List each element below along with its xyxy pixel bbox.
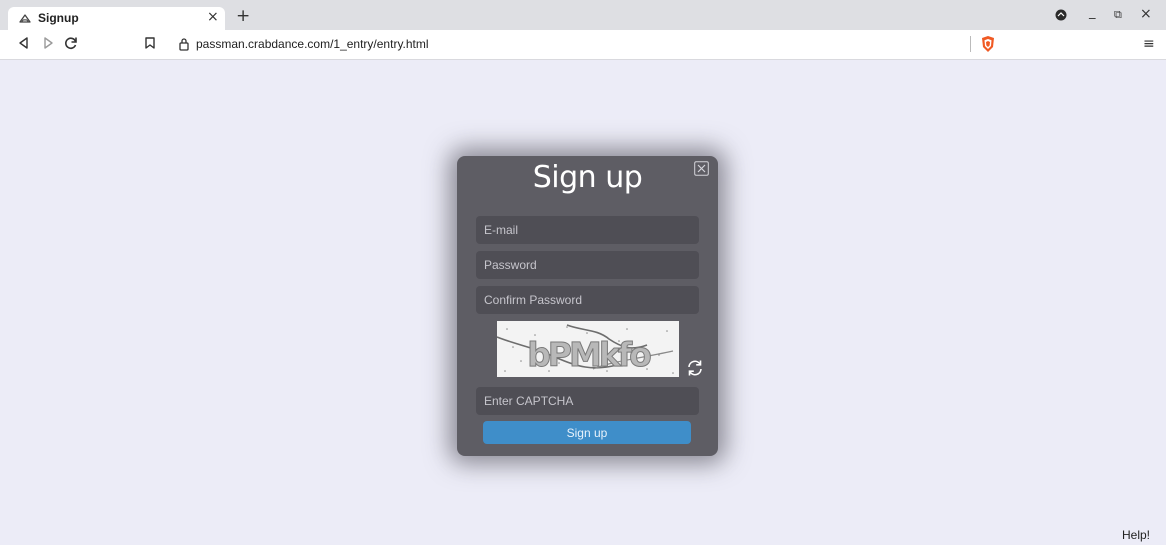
lock-icon	[179, 38, 189, 51]
close-icon[interactable]	[694, 161, 709, 176]
tab-signup[interactable]: Signup ×	[8, 7, 225, 30]
signup-button[interactable]: Sign up	[483, 421, 691, 444]
back-arrow-icon[interactable]	[16, 35, 32, 51]
password-field[interactable]	[476, 251, 699, 279]
help-link[interactable]: Help!	[1122, 528, 1150, 542]
browser-chrome: Signup × + _ ⧉ × passman.crabdance.com/1…	[0, 0, 1166, 60]
bookmark-icon[interactable]	[142, 35, 158, 51]
minimize-button[interactable]: _	[1089, 5, 1096, 20]
captcha-input[interactable]	[476, 387, 699, 415]
email-field[interactable]	[476, 216, 699, 244]
forward-arrow-icon[interactable]	[40, 35, 56, 51]
address-bar[interactable]: passman.crabdance.com/1_entry/entry.html	[172, 33, 1010, 55]
captcha-image: bPMkfo	[497, 321, 679, 377]
menu-button[interactable]: ≡	[1143, 36, 1155, 52]
brave-shield-icon[interactable]	[980, 35, 996, 53]
tab-title: Signup	[38, 11, 79, 25]
captcha-text: bPMkfo	[527, 335, 651, 374]
new-tab-button[interactable]: +	[236, 8, 250, 25]
url-text[interactable]: passman.crabdance.com/1_entry/entry.html	[196, 37, 429, 51]
cloud-icon	[19, 14, 31, 23]
profile-icon[interactable]	[1055, 9, 1067, 21]
confirm-password-field[interactable]	[476, 286, 699, 314]
modal-title: Sign up	[532, 160, 643, 195]
address-bar-divider	[970, 36, 971, 52]
tab-strip: Signup × + _ ⧉ ×	[0, 0, 1166, 30]
close-window-button[interactable]: ×	[1140, 6, 1152, 22]
refresh-captcha-icon[interactable]	[685, 358, 705, 378]
reload-icon[interactable]	[63, 35, 79, 51]
tab-close-icon[interactable]: ×	[207, 9, 219, 25]
signup-modal: Sign up bPMkfo Sign up	[457, 156, 718, 456]
browser-toolbar: passman.crabdance.com/1_entry/entry.html…	[0, 30, 1166, 60]
restore-button[interactable]: ⧉	[1114, 8, 1122, 22]
